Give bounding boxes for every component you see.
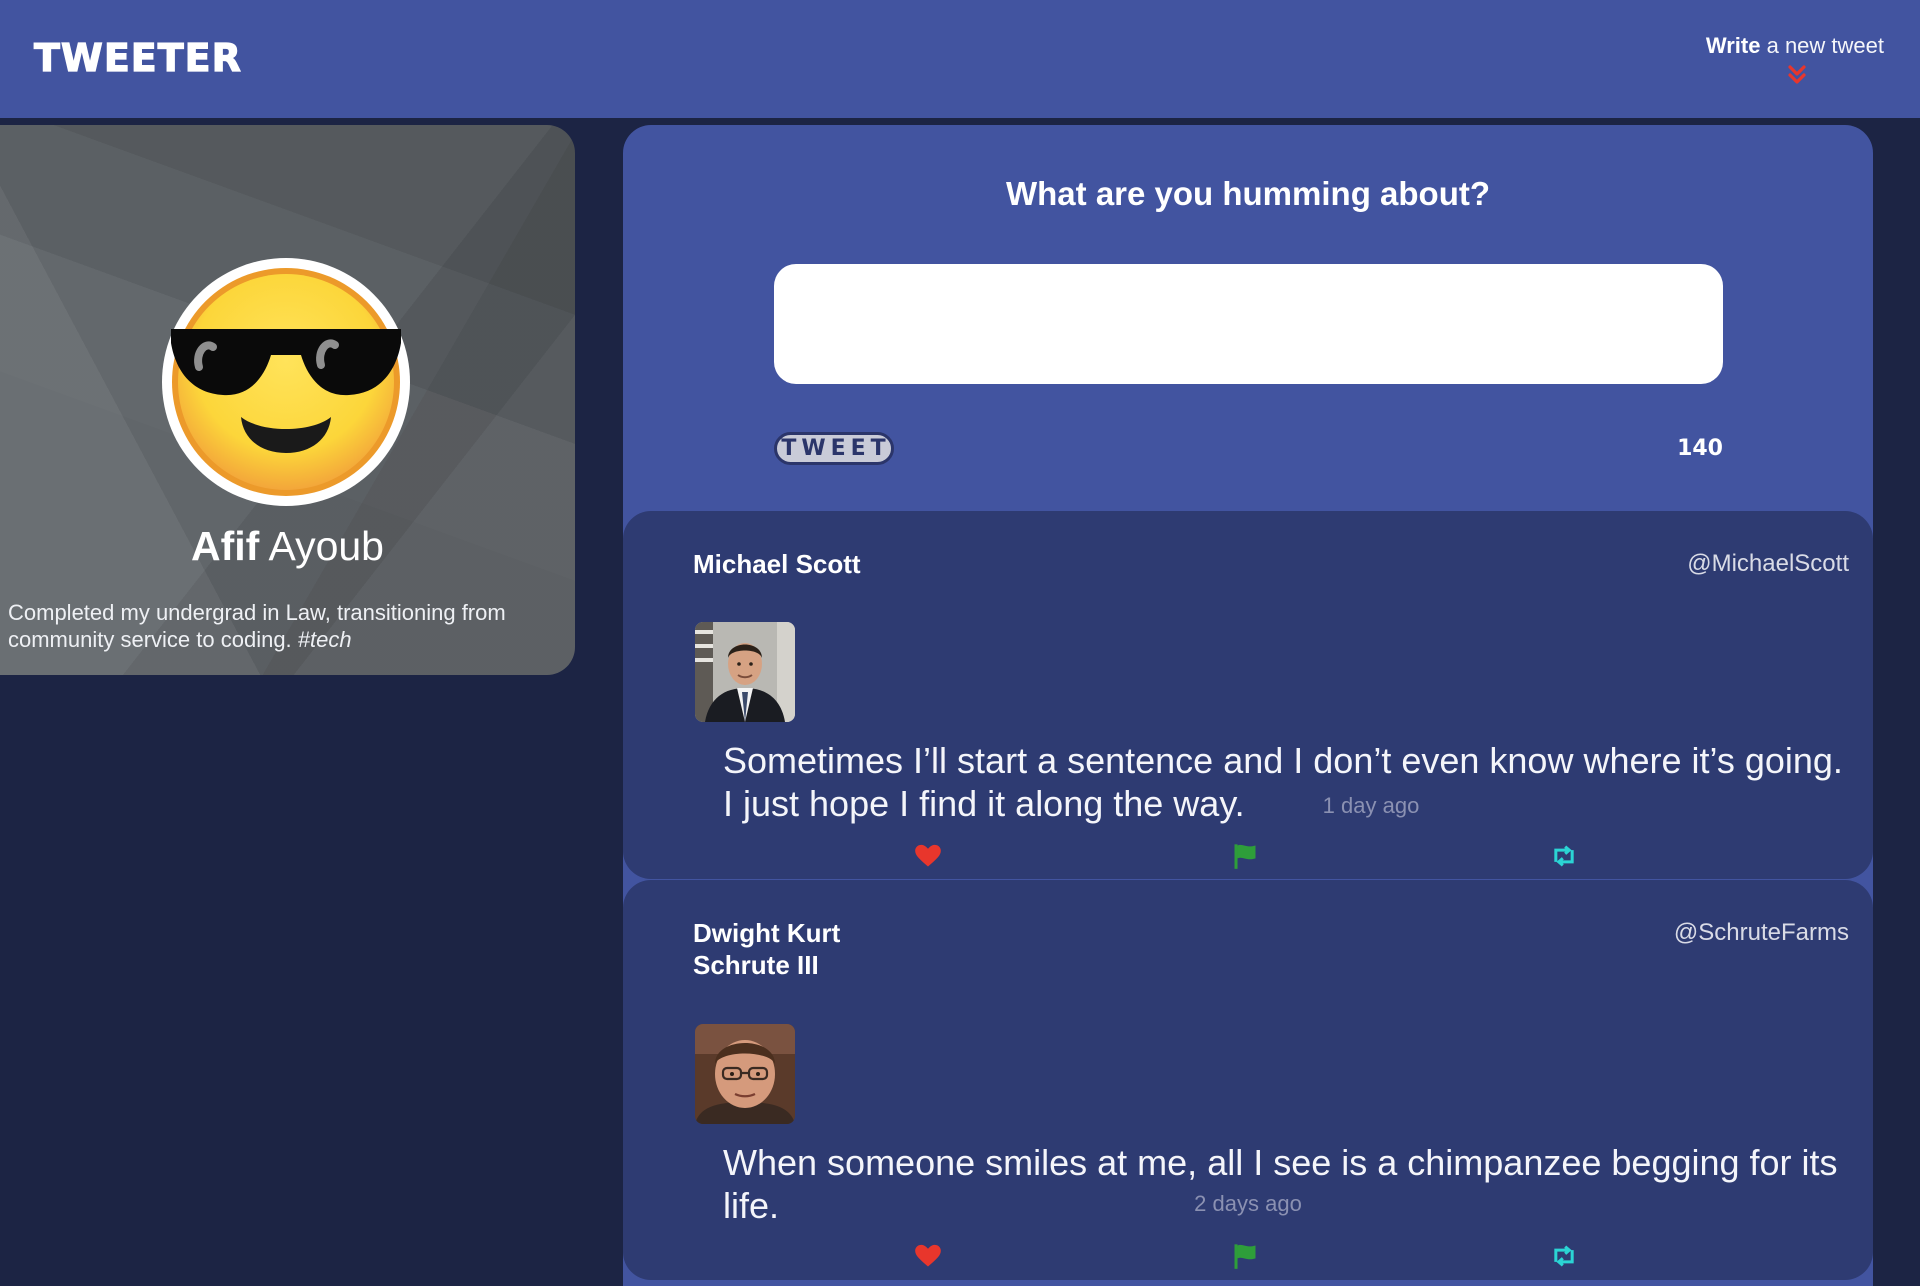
like-button[interactable] bbox=[914, 842, 942, 870]
tweet-author-name: Dwight Kurt Schrute III bbox=[693, 918, 841, 980]
sunglasses-emoji-icon bbox=[162, 258, 410, 506]
flag-button[interactable] bbox=[1231, 842, 1259, 870]
retweet-icon bbox=[1554, 845, 1574, 867]
profile-name: Afif Ayoub bbox=[0, 520, 575, 572]
tweet-author-name: Michael Scott bbox=[693, 549, 861, 579]
tweet-author-handle: @MichaelScott bbox=[1687, 550, 1849, 577]
tweet-author-handle: @SchruteFarms bbox=[1673, 919, 1849, 946]
tweet-author-avatar bbox=[695, 1024, 795, 1124]
avatar bbox=[161, 257, 411, 507]
profile-bio-hashtag: #tech bbox=[297, 627, 352, 652]
profile-first-name: Afif bbox=[191, 523, 260, 569]
char-counter: 140 bbox=[1677, 436, 1723, 461]
tweet-button[interactable]: TWEET bbox=[774, 432, 894, 465]
dwight-schrute-photo bbox=[695, 1024, 795, 1124]
tweet-timestamp: 1 day ago bbox=[1322, 793, 1420, 818]
michael-scott-photo bbox=[695, 622, 795, 722]
retweet-icon bbox=[1554, 1245, 1574, 1267]
tweet-card: Dwight Kurt Schrute III @SchruteFarms Wh… bbox=[623, 880, 1873, 1280]
heart-icon bbox=[915, 1244, 941, 1267]
retweet-button[interactable] bbox=[1550, 1242, 1578, 1270]
write-new-tweet-label: Write a new tweet bbox=[1644, 30, 1884, 62]
retweet-button[interactable] bbox=[1550, 842, 1578, 870]
profile-bio-text: Completed my undergrad in Law, transitio… bbox=[8, 600, 506, 652]
profile-bio: Completed my undergrad in Law, transitio… bbox=[8, 599, 563, 653]
profile-card: Afif Ayoub Completed my undergrad in Law… bbox=[0, 125, 575, 675]
flag-icon bbox=[1234, 844, 1256, 869]
brand-logo: TWEETER bbox=[33, 35, 242, 80]
profile-last-name: Ayoub bbox=[268, 523, 384, 569]
write-label-rest: a new tweet bbox=[1760, 33, 1884, 58]
tweet-timestamp: 2 days ago bbox=[1194, 1191, 1302, 1216]
write-label-bold: Write bbox=[1705, 33, 1761, 58]
flag-button[interactable] bbox=[1231, 1242, 1259, 1270]
flag-icon bbox=[1234, 1244, 1256, 1269]
top-nav: TWEETER Write a new tweet bbox=[0, 0, 1920, 118]
tweet-text: Sometimes I’ll start a sentence and I do… bbox=[723, 739, 1858, 827]
tweet-input[interactable] bbox=[774, 264, 1723, 384]
tweet-text-content: Sometimes I’ll start a sentence and I do… bbox=[723, 740, 1843, 824]
double-chevron-down-icon bbox=[1788, 65, 1806, 84]
tweet-card: Michael Scott @MichaelScott Sometimes I’… bbox=[623, 511, 1873, 879]
heart-icon bbox=[915, 844, 941, 867]
like-button[interactable] bbox=[914, 1242, 942, 1270]
tweet-author-avatar bbox=[695, 622, 795, 722]
composer-prompt: What are you humming about? bbox=[1006, 175, 1490, 212]
write-new-tweet-toggle[interactable]: Write a new tweet bbox=[1644, 30, 1884, 88]
